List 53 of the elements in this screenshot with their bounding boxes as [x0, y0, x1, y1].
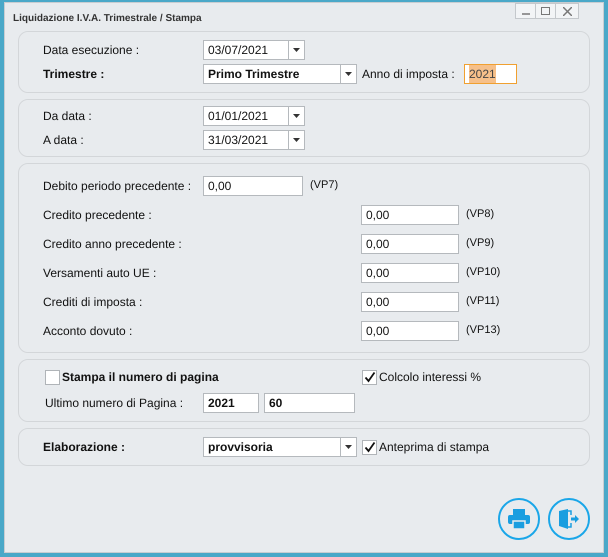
check-icon	[364, 371, 376, 383]
checkbox[interactable]	[362, 370, 377, 384]
caret-icon	[345, 445, 352, 449]
input-field[interactable]: 0,00	[361, 234, 459, 254]
field-label: Debito periodo precedente :	[43, 178, 192, 194]
field-label: Trimestre :	[43, 66, 106, 83]
printer-icon	[508, 509, 530, 529]
door-exit-icon	[558, 509, 580, 529]
input-field[interactable]: 2021	[203, 393, 259, 413]
date-picker[interactable]: 31/03/2021	[203, 130, 305, 150]
input-field[interactable]: 0,00	[361, 262, 459, 282]
field-label: Acconto dovuto :	[43, 322, 134, 340]
field-label: Versamenti auto UE :	[43, 264, 158, 282]
checkbox-label: Anteprima di stampa	[379, 439, 490, 456]
caret-icon	[293, 138, 300, 142]
close-icon	[562, 6, 572, 16]
date-picker[interactable]: 01/01/2021	[203, 106, 305, 126]
field-label: Elaborazione :	[43, 439, 126, 456]
code-label: (VP10)	[466, 265, 500, 280]
maximize-icon	[541, 7, 550, 15]
checkbox-label: Stampa il numero di pagina	[62, 369, 219, 386]
window-title: Liquidazione I.V.A. Trimestrale / Stampa	[13, 12, 202, 26]
code-label: (VP7)	[310, 178, 338, 194]
field-label: Anno di imposta :	[362, 66, 456, 83]
code-label: (VP13)	[466, 323, 500, 338]
checkbox[interactable]	[45, 370, 60, 384]
input-field[interactable]: 0,00	[361, 204, 459, 224]
mode-dropdown[interactable]: provvisoria	[203, 437, 357, 457]
input-field[interactable]: 2021	[464, 64, 517, 84]
caret-icon	[293, 114, 300, 118]
exit-button[interactable]	[548, 498, 590, 540]
checkbox-label: Colcolo interessi %	[379, 369, 482, 386]
print-button[interactable]	[498, 498, 540, 540]
input-field[interactable]: 0,00	[361, 292, 459, 312]
date-picker[interactable]: 03/07/2021	[203, 40, 305, 60]
code-label: (VP11)	[466, 294, 500, 310]
caret-icon	[293, 48, 300, 52]
check-icon	[364, 441, 376, 453]
checkbox[interactable]	[362, 440, 377, 454]
field-label: Da data :	[43, 108, 93, 125]
input-field[interactable]: 0,00	[203, 176, 303, 196]
field-label: Ultimo numero di Pagina :	[45, 395, 184, 412]
field-label: Credito precedente :	[43, 206, 153, 224]
code-label: (VP8)	[466, 207, 494, 222]
quarter-dropdown[interactable]: Primo Trimestre	[203, 64, 357, 84]
field-label: A data :	[43, 132, 85, 149]
input-field[interactable]: 60	[264, 393, 355, 413]
code-label: (VP9)	[466, 236, 494, 252]
field-label: Credito anno precedente :	[43, 236, 183, 252]
caret-icon	[345, 72, 352, 76]
field-label: Data esecuzione :	[43, 42, 140, 59]
input-field[interactable]: 0,00	[361, 320, 459, 340]
field-label: Crediti di imposta :	[43, 294, 144, 310]
